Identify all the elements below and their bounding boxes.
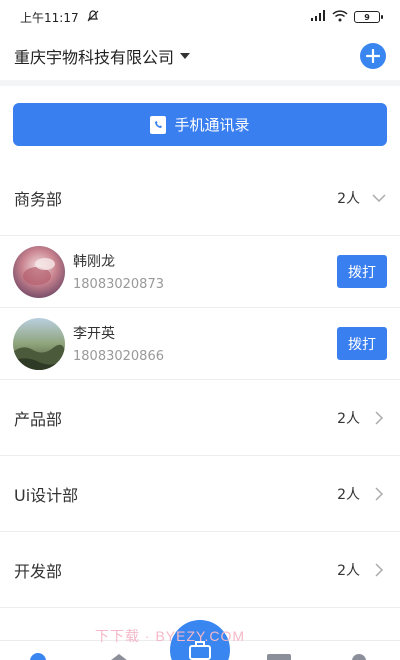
plus-icon	[366, 49, 380, 63]
chevron-right-icon	[372, 410, 386, 425]
tab-profile-icon[interactable]	[352, 654, 366, 660]
department-name: Ui设计部	[14, 485, 79, 505]
tab-apps-icon[interactable]	[106, 654, 132, 660]
battery-level: 9	[364, 12, 370, 22]
member-row: 韩刚龙 18083020873 拨打	[0, 236, 400, 308]
member-info: 韩刚龙 18083020873	[73, 251, 164, 292]
chevron-right-icon	[372, 562, 386, 577]
status-left: 上午11:17	[20, 9, 99, 26]
member-left: 李开英 18083020866	[13, 317, 164, 370]
phone-contacts-label: 手机通讯录	[174, 116, 250, 134]
department-name: 商务部	[14, 189, 63, 209]
mute-icon	[87, 9, 99, 25]
department-meta: 2人	[337, 408, 386, 428]
status-bar: 上午11:17 9	[0, 0, 400, 34]
status-time: 上午11:17	[20, 10, 79, 25]
department-list: 商务部 2人 韩刚龙 18083020873 拨打 李开英 1808302086…	[0, 160, 400, 608]
status-right: 9	[310, 9, 383, 25]
header: 重庆宇物科技有限公司	[0, 34, 400, 78]
call-button[interactable]: 拨打	[337, 327, 387, 360]
member-name: 李开英	[73, 326, 115, 342]
department-count: 2人	[337, 562, 360, 579]
avatar	[13, 245, 65, 298]
add-button[interactable]	[360, 43, 386, 69]
department-row-business[interactable]: 商务部 2人	[0, 160, 400, 236]
phone-contacts-button[interactable]: 手机通讯录	[13, 103, 387, 146]
header-divider	[0, 80, 400, 86]
signal-icon	[310, 9, 326, 25]
company-selector[interactable]: 重庆宇物科技有限公司	[14, 44, 191, 68]
company-name: 重庆宇物科技有限公司	[14, 48, 175, 67]
avatar	[13, 317, 65, 370]
department-meta: 2人	[337, 560, 386, 580]
watermark: 下下载 · BYEZY.COM	[95, 628, 246, 644]
member-phone: 18083020873	[73, 277, 164, 292]
department-count: 2人	[337, 486, 360, 503]
member-left: 韩刚龙 18083020873	[13, 245, 164, 298]
battery-icon: 9	[354, 11, 383, 23]
department-row-ui-design[interactable]: Ui设计部 2人	[0, 456, 400, 532]
department-row-product[interactable]: 产品部 2人	[0, 380, 400, 456]
department-meta: 2人	[337, 188, 386, 208]
tab-home-icon[interactable]	[30, 653, 46, 660]
department-row-development[interactable]: 开发部 2人	[0, 532, 400, 608]
member-name: 韩刚龙	[73, 254, 115, 270]
department-count: 2人	[337, 410, 360, 427]
department-name: 开发部	[14, 561, 63, 581]
address-book-icon	[150, 115, 167, 134]
member-info: 李开英 18083020866	[73, 323, 164, 364]
caret-down-icon	[180, 53, 191, 59]
department-meta: 2人	[337, 484, 386, 504]
department-count: 2人	[337, 190, 360, 207]
member-row: 李开英 18083020866 拨打	[0, 308, 400, 380]
tab-messages-icon[interactable]	[267, 654, 291, 660]
chevron-right-icon	[372, 486, 386, 501]
call-button[interactable]: 拨打	[337, 255, 387, 288]
member-phone: 18083020866	[73, 349, 164, 364]
department-name: 产品部	[14, 409, 63, 429]
wifi-icon	[332, 9, 348, 25]
chevron-down-icon	[372, 191, 386, 205]
